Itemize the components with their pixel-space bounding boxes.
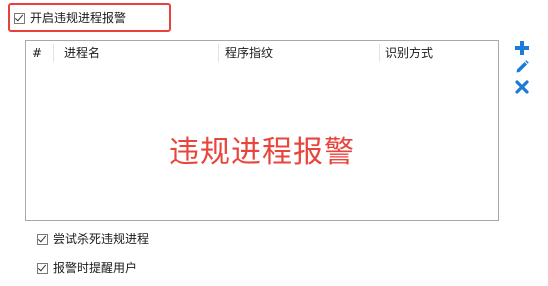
add-button[interactable] [514, 40, 532, 58]
kill-process-label[interactable]: 尝试杀死违规进程 [53, 231, 149, 247]
pencil-icon [514, 59, 532, 75]
edit-button[interactable] [514, 59, 532, 77]
enable-alarm-label[interactable]: 开启违规进程报警 [30, 10, 126, 26]
process-list-table[interactable]: # 进程名 程序指纹 识别方式 违规进程报警 [25, 40, 499, 221]
column-header-fingerprint[interactable]: 程序指纹 [219, 41, 379, 65]
plus-icon [514, 40, 532, 56]
table-header: # 进程名 程序指纹 识别方式 [26, 41, 498, 65]
x-icon [514, 79, 532, 95]
kill-process-checkbox-row[interactable]: 尝试杀死违规进程 [37, 231, 149, 247]
notify-user-checkbox[interactable] [37, 262, 48, 274]
column-header-process-name[interactable]: 进程名 [58, 41, 218, 65]
enable-alarm-checkbox-row[interactable]: 开启违规进程报警 [14, 10, 126, 26]
notify-user-checkbox-row[interactable]: 报警时提醒用户 [37, 260, 137, 276]
overlay-title: 违规进程报警 [169, 135, 355, 170]
enable-alarm-checkbox[interactable] [14, 12, 25, 24]
column-divider [53, 44, 54, 62]
column-header-detection-method[interactable]: 识别方式 [379, 41, 497, 65]
column-header-index[interactable]: # [26, 41, 53, 65]
notify-user-label[interactable]: 报警时提醒用户 [53, 260, 137, 276]
delete-button[interactable] [514, 79, 532, 97]
kill-process-checkbox[interactable] [37, 233, 48, 245]
